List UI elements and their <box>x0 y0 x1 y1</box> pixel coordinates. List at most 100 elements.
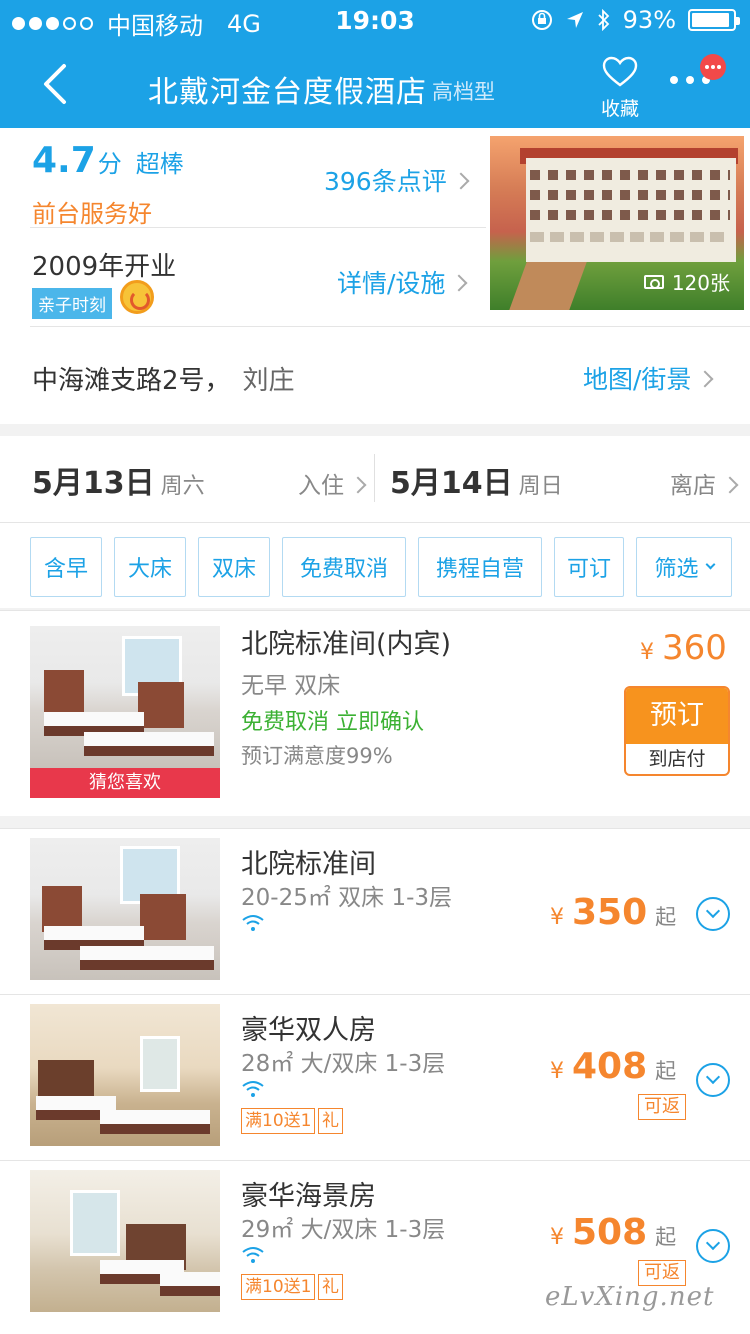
favorite-button[interactable]: 收藏 <box>596 56 644 121</box>
filter-breakfast[interactable]: 含早 <box>30 537 102 597</box>
expand-chevron-icon[interactable] <box>696 1063 730 1097</box>
room-photo[interactable] <box>30 1004 220 1146</box>
rating-score: 4.7 分 超棒 <box>32 140 184 181</box>
status-bar: 中国移动 4G 19:03 93% <box>0 0 750 40</box>
hotel-detail-screen: 中国移动 4G 19:03 93% 北戴河金台度假酒店 高档型 收藏 4.7 分… <box>0 0 750 1334</box>
checkin-label[interactable]: 入住 <box>298 466 367 500</box>
navigation-bar: 北戴河金台度假酒店 高档型 收藏 <box>0 40 750 128</box>
photo-count-label: 120张 <box>671 271 730 295</box>
checkout-weekday: 周日 <box>518 474 563 499</box>
filter-twin-bed[interactable]: 双床 <box>198 537 270 597</box>
family-tag: 亲子时刻 <box>32 288 112 319</box>
wifi-icon <box>242 1081 264 1097</box>
filter-king-bed[interactable]: 大床 <box>114 537 186 597</box>
checkout-date-value: 5月14日 <box>390 466 513 501</box>
reviews-count: 396条点评 <box>324 167 447 196</box>
room-policy: 免费取消 立即确认 <box>241 710 424 735</box>
room-details: 20-25㎡ 双床 1-3层 <box>241 885 453 911</box>
currency-symbol: ¥ <box>550 905 564 930</box>
divider <box>30 227 486 228</box>
divider <box>374 454 375 502</box>
price-value: 360 <box>662 628 727 668</box>
watermark: eLvXing.net <box>545 1282 715 1312</box>
app-header: 中国移动 4G 19:03 93% 北戴河金台度假酒店 高档型 收藏 <box>0 0 750 128</box>
room-name: 北院标准间(内宾) <box>241 629 452 660</box>
battery-percent: 93% <box>622 6 676 34</box>
message-badge-icon <box>700 54 726 80</box>
currency-symbol: ¥ <box>640 640 654 665</box>
hotel-info-card: 4.7 分 超棒 前台服务好 396条点评 2009年开业 亲子时刻 详情/设施… <box>0 128 750 424</box>
checkin-date-value: 5月13日 <box>32 466 155 501</box>
bluetooth-icon <box>598 9 609 31</box>
hotel-type-label: 高档型 <box>432 80 495 104</box>
favorite-label: 收藏 <box>600 98 639 120</box>
price-from-label: 起 <box>655 1059 677 1083</box>
room-price: ¥ 350 起 <box>550 892 676 933</box>
filter-bar: 含早 大床 双床 免费取消 携程自营 可订 筛选 <box>0 522 750 608</box>
room-price: ¥ 408 起 <box>550 1046 676 1087</box>
divider <box>30 326 750 327</box>
date-selector: 5月13日 周六 入住 5月14日 周日 离店 <box>0 436 750 522</box>
room-details: 29㎡ 大/双床 1-3层 <box>241 1217 446 1243</box>
rating-unit: 分 <box>97 150 122 178</box>
currency-symbol: ¥ <box>550 1059 564 1084</box>
address-area: 刘庄 <box>242 366 295 396</box>
chevron-right-icon <box>349 476 367 493</box>
filter-ctrip-self-run[interactable]: 携程自营 <box>418 537 542 597</box>
expand-chevron-icon[interactable] <box>696 897 730 931</box>
checkout-date[interactable]: 5月14日 周日 <box>390 458 563 502</box>
filter-free-cancel[interactable]: 免费取消 <box>282 537 406 597</box>
map-label: 地图/街景 <box>583 365 692 394</box>
price-from-label: 起 <box>655 1225 677 1249</box>
reviews-link[interactable]: 396条点评 <box>324 162 470 198</box>
promo-tag: 满10送1 <box>241 1274 316 1300</box>
orientation-lock-icon <box>531 10 552 30</box>
rating-value: 4.7 <box>32 140 96 181</box>
facilities-link[interactable]: 详情/设施 <box>337 264 468 300</box>
wifi-icon <box>242 1247 264 1263</box>
room-details: 28㎡ 大/双床 1-3层 <box>241 1051 446 1077</box>
checkin-weekday: 周六 <box>160 474 205 499</box>
room-photo[interactable] <box>30 1170 220 1312</box>
address-street: 中海滩支路2号， <box>32 366 231 396</box>
medal-icon <box>120 280 154 314</box>
chevron-right-icon <box>721 476 739 493</box>
hotel-title: 北戴河金台度假酒店 <box>148 75 427 110</box>
filter-bookable[interactable]: 可订 <box>554 537 624 597</box>
checkout-label[interactable]: 离店 <box>670 466 739 500</box>
filter-more-label: 筛选 <box>654 557 699 582</box>
wifi-icon <box>242 915 264 931</box>
price-from-label: 起 <box>655 905 677 929</box>
room-photo[interactable] <box>30 626 220 768</box>
gift-tag: 礼 <box>318 1274 343 1300</box>
price-value: 508 <box>572 1212 648 1253</box>
chevron-right-icon <box>450 274 468 292</box>
facilities-label: 详情/设施 <box>337 269 446 298</box>
location-arrow-icon <box>566 12 583 28</box>
camera-icon <box>643 274 664 289</box>
battery-icon <box>688 9 740 31</box>
room-meal-bed: 无早 双床 <box>241 673 341 699</box>
chevron-right-icon <box>696 370 714 388</box>
hotel-photo[interactable]: 120张 <box>490 136 744 310</box>
pay-at-hotel-label: 到店付 <box>648 748 706 770</box>
expand-chevron-icon[interactable] <box>696 1229 730 1263</box>
room-price: ¥ 508 起 <box>550 1212 676 1253</box>
cashback-badge: 可返 <box>638 1094 686 1120</box>
promo-tag: 满10送1 <box>241 1108 316 1134</box>
filter-more-button[interactable]: 筛选 <box>636 537 732 597</box>
price-value: 350 <box>572 892 648 933</box>
room-photo[interactable] <box>30 838 220 980</box>
checkin-date[interactable]: 5月13日 周六 <box>32 458 205 502</box>
room-satisfaction: 预订满意度99% <box>241 744 393 768</box>
book-button[interactable]: 预订 到店付 <box>624 686 730 776</box>
opening-year: 2009年开业 <box>32 252 177 282</box>
book-label: 预订 <box>626 688 728 744</box>
map-link[interactable]: 地图/街景 <box>583 360 714 396</box>
review-highlight: 前台服务好 <box>32 200 152 228</box>
rating-word: 超棒 <box>135 150 184 178</box>
photo-count: 120张 <box>643 267 730 296</box>
chevron-right-icon <box>452 172 470 190</box>
chevron-down-icon <box>705 559 715 569</box>
back-arrow-icon[interactable] <box>34 60 78 108</box>
